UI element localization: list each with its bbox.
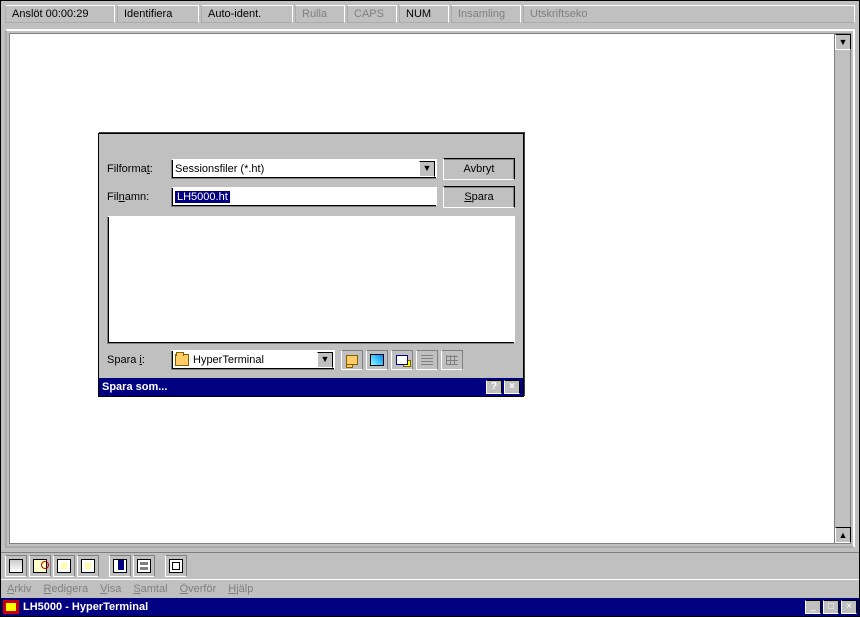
statusbar: Anslöt 00:00:29 Identifiera Auto-ident. … [3, 3, 857, 25]
tool-disconnect-icon[interactable] [77, 555, 99, 577]
tool-new-icon[interactable] [5, 555, 27, 577]
tool-open-icon[interactable] [29, 555, 51, 577]
filetype-label: Filformat: [107, 163, 165, 175]
chevron-down-icon[interactable]: ▼ [317, 352, 333, 368]
tool-receive-icon[interactable] [133, 555, 155, 577]
terminal-frame: ▲ ▼ Spara som... ? × Spara i: [5, 29, 855, 548]
desktop-icon[interactable] [366, 350, 388, 370]
details-view-icon[interactable] [441, 350, 463, 370]
save-in-combo[interactable]: HyperTerminal ▼ [171, 350, 335, 370]
status-insamling: Insamling [451, 5, 521, 23]
menu-overfor[interactable]: Överför [180, 583, 217, 595]
tool-send-icon[interactable] [109, 555, 131, 577]
menu-samtal[interactable]: Samtal [133, 583, 167, 595]
scroll-down-icon[interactable]: ▼ [835, 34, 851, 50]
filetype-combo[interactable]: Sessionsfiler (*.ht) ▼ [171, 159, 437, 179]
maximize-button[interactable]: □ [823, 600, 839, 614]
tool-properties-icon[interactable] [165, 555, 187, 577]
save-in-label: Spara i: [107, 354, 165, 366]
save-in-value: HyperTerminal [193, 354, 264, 366]
dialog-titlebar: Spara som... ? × [99, 378, 523, 396]
scroll-up-icon[interactable]: ▲ [835, 527, 851, 543]
dialog-title: Spara som... [102, 381, 167, 393]
list-view-icon[interactable] [416, 350, 438, 370]
new-folder-icon[interactable] [391, 350, 413, 370]
filename-input[interactable]: LH5000.ht [171, 187, 437, 207]
titlebar: LH5000 - HyperTerminal _ □ × [1, 598, 859, 616]
status-utskrift: Utskriftseko [523, 5, 855, 23]
menu-hjalp[interactable]: Hjälp [228, 583, 253, 595]
filename-label: Filnamn: [107, 191, 165, 203]
status-connected: Anslöt 00:00:29 [5, 5, 115, 23]
filetype-value: Sessionsfiler (*.ht) [175, 163, 264, 175]
close-button[interactable]: × [841, 600, 857, 614]
app-window: LH5000 - HyperTerminal _ □ × Arkiv Redig… [0, 0, 860, 617]
app-icon [3, 600, 19, 614]
status-auto: Auto-ident. [201, 5, 293, 23]
menubar: Arkiv Redigera Visa Samtal Överför Hjälp [1, 580, 859, 598]
menu-arkiv[interactable]: Arkiv [7, 583, 31, 595]
dialog-help-button[interactable]: ? [486, 380, 502, 394]
cancel-button[interactable]: Avbryt [443, 158, 515, 180]
toolbar [1, 552, 859, 580]
filename-value: LH5000.ht [175, 191, 230, 203]
vertical-scrollbar[interactable]: ▲ ▼ [834, 34, 850, 543]
window-title: LH5000 - HyperTerminal [23, 601, 148, 613]
up-one-level-icon[interactable] [341, 350, 363, 370]
tool-connect-icon[interactable] [53, 555, 75, 577]
chevron-down-icon[interactable]: ▼ [419, 161, 435, 177]
save-button[interactable]: Spara [443, 186, 515, 208]
folder-icon [175, 354, 189, 366]
dialog-close-button[interactable]: × [504, 380, 520, 394]
status-caps: CAPS [347, 5, 397, 23]
save-as-dialog: Spara som... ? × Spara i: HyperTerminal [98, 133, 524, 397]
terminal-area[interactable]: ▲ ▼ Spara som... ? × Spara i: [9, 33, 851, 544]
minimize-button[interactable]: _ [805, 600, 821, 614]
menu-redigera[interactable]: Redigera [43, 583, 88, 595]
status-rulla: Rulla [295, 5, 345, 23]
status-num: NUM [399, 5, 449, 23]
status-detect: Identifiera [117, 5, 199, 23]
file-list[interactable] [107, 216, 515, 344]
menu-visa[interactable]: Visa [100, 583, 121, 595]
